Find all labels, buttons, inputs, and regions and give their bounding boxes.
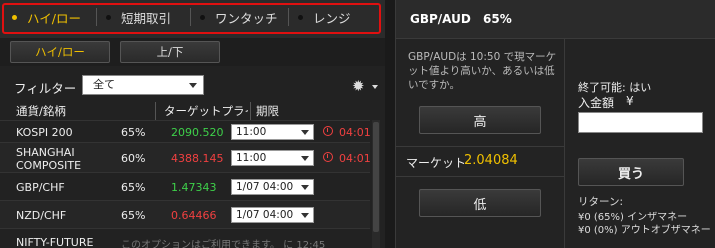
payout-percent: 65%	[121, 126, 146, 139]
highlight-frame	[2, 3, 381, 34]
trade-question: GBP/AUDは 10:50 で現マーケット値より高いか、あるいは低いですか。	[408, 51, 557, 91]
end-possible-status: 終了可能: はい	[578, 81, 652, 94]
availability-note: このオプションはご利用できます。 に 12:45	[121, 240, 326, 248]
header-divider	[155, 102, 156, 120]
chevron-down-icon	[301, 213, 309, 218]
table-row[interactable]: KOSPI 200 65% 2090.520 11:00 04:01	[0, 120, 370, 142]
table-row[interactable]: NZD/CHF 65% 0.64466 1/07 04:00	[0, 200, 370, 228]
divider	[396, 146, 564, 147]
asset-symbol: NZD/CHF	[16, 209, 67, 222]
target-price: 0.64466	[171, 209, 217, 222]
currency-symbol: ¥	[626, 94, 634, 108]
table-scrollbar[interactable]	[372, 120, 380, 248]
high-button[interactable]: 高	[419, 106, 541, 134]
trade-payout-percent: 65%	[483, 12, 512, 26]
chevron-down-icon	[301, 156, 309, 161]
subtab-updown-button[interactable]: 上/下	[120, 41, 220, 63]
trade-header: GBP/AUD 65%	[396, 0, 715, 39]
payout-percent: 65%	[121, 209, 146, 222]
asset-table: KOSPI 200 65% 2090.520 11:00 04:01 SHANG…	[0, 120, 370, 248]
expiry-select[interactable]: 11:00	[231, 124, 314, 140]
asset-symbol: NIFTY-FUTURE	[16, 236, 94, 248]
panel-divider	[564, 38, 565, 248]
market-value: 2.04084	[464, 153, 518, 168]
buy-button[interactable]: 買う	[578, 158, 684, 186]
asset-symbol: GBP/CHF	[16, 181, 65, 194]
header-target-price: ターゲットプライス	[164, 104, 248, 118]
chevron-down-icon	[301, 130, 309, 135]
market-label: マーケット	[406, 156, 467, 170]
subtab-highlow-button[interactable]: ハイ/ロー	[10, 41, 110, 63]
table-row[interactable]: NIFTY-FUTURE このオプションはご利用できます。 に 12:45	[0, 228, 370, 248]
trade-pair: GBP/AUD	[410, 12, 471, 26]
asset-list-panel: ハイ/ロー 短期取引 ワンタッチ レンジ ハイ/ロー 上/下 フィルター 全て …	[0, 0, 385, 248]
clock-icon	[323, 126, 333, 136]
return-label: リターン:	[578, 196, 624, 208]
header-divider	[250, 102, 251, 120]
filter-select[interactable]: 全て	[82, 75, 204, 95]
trade-panel: GBP/AUD 65% GBP/AUDは 10:50 で現マーケット値より高いか…	[395, 0, 715, 248]
expiry-value: 11:00	[236, 126, 267, 138]
expiry-select[interactable]: 1/07 04:00	[231, 207, 314, 223]
table-row[interactable]: GBP/CHF 65% 1.47343 1/07 04:00	[0, 172, 370, 200]
subtab-bar: ハイ/ロー 上/下	[0, 38, 385, 66]
filter-label: フィルター	[14, 81, 77, 96]
asset-symbol: SHANGHAI COMPOSITE	[16, 146, 82, 172]
scrollbar-thumb[interactable]	[373, 122, 379, 232]
target-price: 4388.145	[171, 152, 224, 165]
gear-icon[interactable]: ✹	[352, 77, 365, 95]
target-price: 1.47343	[171, 181, 217, 194]
chevron-down-icon	[301, 185, 309, 190]
payout-percent: 65%	[121, 181, 146, 194]
expiry-value: 1/07 04:00	[236, 209, 294, 221]
expiry-value: 1/07 04:00	[236, 181, 294, 193]
header-asset: 通貨/銘柄	[16, 104, 66, 118]
table-header: 通貨/銘柄 ターゲットプライス 期限	[0, 100, 370, 122]
time-remaining: 04:01	[339, 152, 370, 165]
table-row[interactable]: SHANGHAI COMPOSITE 60% 4388.145 11:00 04…	[0, 142, 370, 172]
filter-selected-value: 全て	[93, 78, 115, 91]
expiry-select[interactable]: 11:00	[231, 150, 314, 166]
chevron-down-icon	[189, 83, 197, 88]
time-remaining: 04:01	[339, 126, 370, 139]
header-expiry: 期限	[256, 104, 279, 118]
low-button[interactable]: 低	[419, 189, 541, 217]
filter-bar: フィルター 全て ✹	[0, 72, 385, 98]
asset-symbol: KOSPI 200	[16, 126, 73, 139]
payout-percent: 60%	[121, 152, 146, 165]
deposit-amount-input[interactable]	[578, 112, 703, 133]
option-type-tabbar: ハイ/ロー 短期取引 ワンタッチ レンジ	[0, 0, 385, 38]
expiry-select[interactable]: 1/07 04:00	[231, 179, 314, 195]
deposit-label: 入金額	[578, 96, 615, 110]
divider	[396, 176, 564, 177]
target-price: 2090.520	[171, 126, 224, 139]
expiry-value: 11:00	[236, 152, 267, 164]
return-out-of-the-money: ¥0 (0%) アウトオブザマネー	[578, 225, 711, 236]
clock-icon	[323, 152, 333, 162]
trading-app: ハイ/ロー 短期取引 ワンタッチ レンジ ハイ/ロー 上/下 フィルター 全て …	[0, 0, 715, 248]
chevron-down-icon[interactable]	[372, 85, 378, 89]
